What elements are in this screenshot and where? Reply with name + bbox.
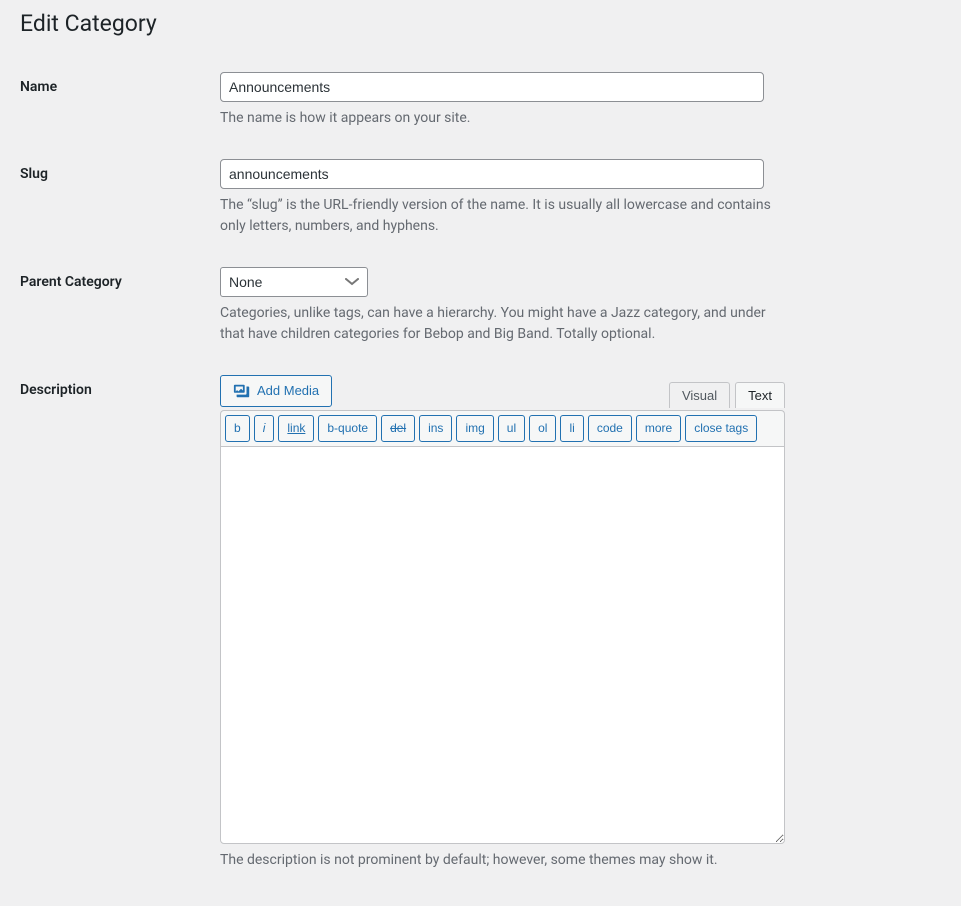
name-input[interactable] (220, 72, 764, 102)
qt-blockquote-button[interactable]: b-quote (318, 415, 377, 442)
quicktags-toolbar: b i link b-quote del ins img ul ol li co… (220, 410, 785, 446)
qt-bold-button[interactable]: b (225, 415, 250, 442)
qt-li-button[interactable]: li (560, 415, 583, 442)
slug-label: Slug (20, 166, 48, 182)
qt-ol-button[interactable]: ol (529, 415, 556, 442)
qt-ins-button[interactable]: ins (419, 415, 452, 442)
slug-input[interactable] (220, 159, 764, 189)
qt-close-tags-button[interactable]: close tags (685, 415, 757, 442)
description-help-text: The description is not prominent by defa… (220, 850, 780, 871)
slug-help-text: The “slug” is the URL-friendly version o… (220, 195, 780, 237)
parent-category-select[interactable]: None (220, 267, 368, 297)
tab-text[interactable]: Text (735, 382, 785, 408)
add-media-label: Add Media (257, 383, 319, 398)
qt-link-button[interactable]: link (278, 415, 314, 442)
page-title: Edit Category (20, 0, 941, 57)
add-media-button[interactable]: Add Media (220, 375, 332, 407)
parent-category-help-text: Categories, unlike tags, can have a hier… (220, 303, 780, 345)
description-textarea[interactable] (220, 446, 785, 844)
qt-code-button[interactable]: code (588, 415, 632, 442)
qt-img-button[interactable]: img (456, 415, 493, 442)
tab-visual[interactable]: Visual (669, 382, 730, 408)
name-help-text: The name is how it appears on your site. (220, 108, 780, 129)
qt-more-button[interactable]: more (636, 415, 681, 442)
qt-italic-button[interactable]: i (254, 415, 275, 442)
qt-del-button[interactable]: del (381, 415, 415, 442)
qt-ul-button[interactable]: ul (498, 415, 525, 442)
media-icon (233, 382, 251, 400)
parent-category-label: Parent Category (20, 274, 122, 290)
name-label: Name (20, 79, 57, 95)
description-label: Description (20, 382, 92, 398)
